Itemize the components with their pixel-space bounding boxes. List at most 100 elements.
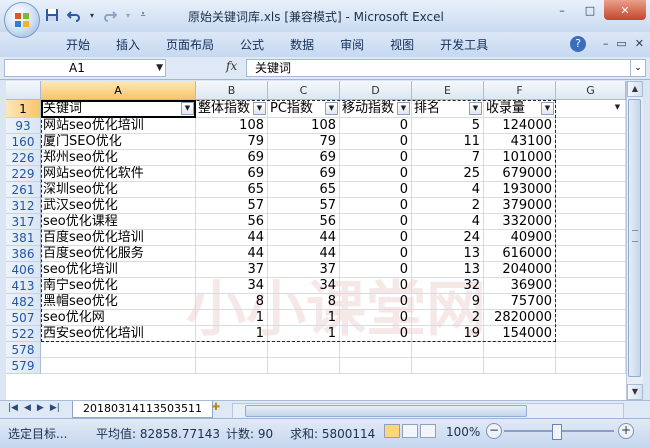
- row-header[interactable]: 522: [6, 326, 41, 342]
- tab-developer[interactable]: 开发工具: [430, 36, 498, 54]
- value-cell[interactable]: 616000: [484, 246, 556, 262]
- value-cell[interactable]: [268, 342, 340, 358]
- help-icon[interactable]: ?: [570, 36, 586, 52]
- page-break-view-icon[interactable]: [420, 424, 436, 438]
- filter-dropdown-icon[interactable]: ▼: [469, 102, 482, 115]
- column-header-e[interactable]: E: [412, 81, 484, 100]
- filter-dropdown-icon[interactable]: ▼: [325, 102, 338, 115]
- tab-page-layout[interactable]: 页面布局: [156, 36, 224, 54]
- column-header-a[interactable]: A: [41, 81, 196, 100]
- value-cell[interactable]: 0: [340, 198, 412, 214]
- value-cell[interactable]: 43100: [484, 134, 556, 150]
- column-header-f[interactable]: F: [484, 81, 556, 100]
- insert-sheet-icon[interactable]: ✚: [206, 402, 226, 416]
- row-header[interactable]: 261: [6, 182, 41, 198]
- row-header[interactable]: 1: [6, 100, 41, 118]
- cell[interactable]: [556, 118, 626, 134]
- value-cell[interactable]: 2: [412, 198, 484, 214]
- value-cell[interactable]: 36900: [484, 278, 556, 294]
- cell[interactable]: [556, 262, 626, 278]
- row-header[interactable]: 507: [6, 310, 41, 326]
- value-cell[interactable]: 75700: [484, 294, 556, 310]
- cell[interactable]: [556, 358, 626, 374]
- row-header[interactable]: 386: [6, 246, 41, 262]
- keyword-cell[interactable]: seo优化网: [41, 310, 196, 326]
- tab-view[interactable]: 视图: [380, 36, 424, 54]
- value-cell[interactable]: 25: [412, 166, 484, 182]
- row-header[interactable]: 160: [6, 134, 41, 150]
- value-cell[interactable]: 332000: [484, 214, 556, 230]
- cell[interactable]: [556, 198, 626, 214]
- value-cell[interactable]: 37: [268, 262, 340, 278]
- header-cell[interactable]: 移动指数 ▼: [340, 100, 412, 118]
- prev-sheet-icon[interactable]: ◀: [24, 403, 31, 413]
- value-cell[interactable]: 5: [412, 118, 484, 134]
- value-cell[interactable]: 69: [268, 166, 340, 182]
- vertical-scrollbar[interactable]: ▲ ▼: [626, 81, 643, 400]
- scroll-down-icon[interactable]: ▼: [627, 384, 643, 400]
- value-cell[interactable]: 1: [196, 310, 268, 326]
- scroll-up-icon[interactable]: ▲: [627, 81, 643, 97]
- tab-formulas[interactable]: 公式: [230, 36, 274, 54]
- undo-icon[interactable]: [66, 7, 82, 23]
- close-button[interactable]: ✕: [604, 0, 646, 20]
- keyword-cell[interactable]: 武汉seo优化: [41, 198, 196, 214]
- expand-formula-bar-icon[interactable]: ⌄: [630, 59, 646, 77]
- chevron-down-icon[interactable]: ▼: [156, 60, 163, 76]
- minimize-button[interactable]: –: [548, 0, 576, 20]
- cell[interactable]: [556, 230, 626, 246]
- cell[interactable]: [556, 182, 626, 198]
- cell[interactable]: [556, 326, 626, 342]
- keyword-cell[interactable]: 百度seo优化服务: [41, 246, 196, 262]
- value-cell[interactable]: 1: [268, 326, 340, 342]
- cell[interactable]: [556, 310, 626, 326]
- zoom-level[interactable]: 100%: [446, 425, 480, 439]
- row-header[interactable]: 579: [6, 358, 41, 374]
- header-cell[interactable]: PC指数 ▼: [268, 100, 340, 118]
- filter-dropdown-icon[interactable]: ▼: [397, 102, 410, 115]
- zoom-slider-handle[interactable]: [552, 424, 562, 440]
- row-header[interactable]: 406: [6, 262, 41, 278]
- row-header[interactable]: 317: [6, 214, 41, 230]
- next-sheet-icon[interactable]: ▶: [37, 403, 44, 413]
- keyword-cell[interactable]: 黑帽seo优化: [41, 294, 196, 310]
- fx-icon[interactable]: fx: [226, 59, 237, 73]
- row-header[interactable]: 578: [6, 342, 41, 358]
- value-cell[interactable]: 2: [412, 310, 484, 326]
- keyword-cell[interactable]: [41, 358, 196, 374]
- value-cell[interactable]: 69: [268, 150, 340, 166]
- cell[interactable]: [556, 278, 626, 294]
- redo-icon[interactable]: [102, 7, 118, 23]
- value-cell[interactable]: 0: [340, 310, 412, 326]
- value-cell[interactable]: 0: [340, 134, 412, 150]
- value-cell[interactable]: 7: [412, 150, 484, 166]
- normal-view-icon[interactable]: [384, 424, 400, 438]
- tab-home[interactable]: 开始: [56, 36, 100, 54]
- value-cell[interactable]: [340, 358, 412, 374]
- column-header-b[interactable]: B: [196, 81, 268, 100]
- keyword-cell[interactable]: 西安seo优化培训: [41, 326, 196, 342]
- value-cell[interactable]: 0: [340, 150, 412, 166]
- value-cell[interactable]: [340, 342, 412, 358]
- value-cell[interactable]: 8: [196, 294, 268, 310]
- close-icon[interactable]: ✕: [635, 37, 644, 50]
- row-header[interactable]: 229: [6, 166, 41, 182]
- value-cell[interactable]: 13: [412, 262, 484, 278]
- value-cell[interactable]: 193000: [484, 182, 556, 198]
- name-box[interactable]: A1 ▼: [4, 59, 166, 77]
- tab-insert[interactable]: 插入: [106, 36, 150, 54]
- first-sheet-icon[interactable]: |◀: [8, 403, 18, 413]
- value-cell[interactable]: [484, 342, 556, 358]
- header-cell[interactable]: 排名 ▼: [412, 100, 484, 118]
- keyword-cell[interactable]: 网站seo优化培训: [41, 118, 196, 134]
- value-cell[interactable]: 57: [268, 198, 340, 214]
- value-cell[interactable]: 0: [340, 166, 412, 182]
- value-cell[interactable]: 379000: [484, 198, 556, 214]
- keyword-cell[interactable]: [41, 342, 196, 358]
- row-header[interactable]: 312: [6, 198, 41, 214]
- column-header-d[interactable]: D: [340, 81, 412, 100]
- value-cell[interactable]: 57: [196, 198, 268, 214]
- value-cell[interactable]: 204000: [484, 262, 556, 278]
- value-cell[interactable]: [196, 342, 268, 358]
- value-cell[interactable]: 108: [196, 118, 268, 134]
